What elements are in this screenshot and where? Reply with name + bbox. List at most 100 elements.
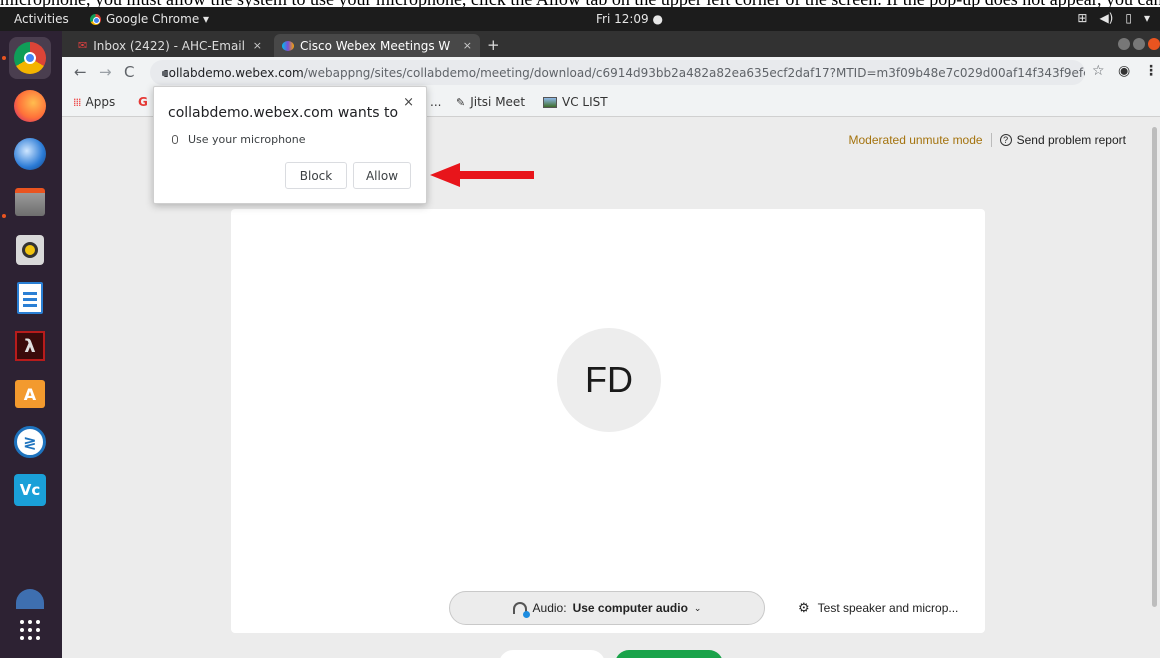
dock-writer[interactable] [9, 277, 51, 319]
new-tab-button[interactable]: + [487, 36, 500, 54]
moderated-unmute-link[interactable]: Moderated unmute mode [849, 133, 983, 147]
acrobat-icon: λ [15, 331, 45, 361]
running-indicator [2, 56, 6, 60]
popup-title: collabdemo.webex.com wants to [168, 105, 399, 121]
meeting-top-links: Moderated unmute mode ? Send problem rep… [849, 133, 1126, 147]
bookmark-label: Jitsi Meet [470, 95, 526, 109]
dock-acrobat[interactable]: λ [9, 325, 51, 367]
app-menu-label: Google Chrome ▾ [106, 12, 210, 26]
dock-help[interactable] [9, 571, 51, 613]
close-window-icon[interactable] [1148, 38, 1160, 50]
url-host: collabdemo.webex.com [162, 65, 304, 80]
profile-icon[interactable]: ◉ [1118, 63, 1130, 79]
forward-icon[interactable]: → [99, 63, 112, 81]
bookmark-truncated[interactable]: ... [430, 95, 441, 109]
audio-value: Use computer audio [572, 601, 688, 615]
window-controls [1118, 38, 1160, 50]
network-icon: ⊞ [1077, 11, 1088, 25]
libreoffice-writer-icon [17, 282, 43, 314]
vnc-viewer-icon: Vc [14, 474, 46, 506]
tab-close-icon[interactable]: × [253, 39, 262, 52]
permission-popup: collabdemo.webex.com wants to × Use your… [153, 86, 427, 204]
tab-close-icon[interactable]: × [463, 39, 472, 52]
tab-inbox[interactable]: ✉ Inbox (2422) - AHC-Email × [70, 34, 270, 57]
apps-grid-icon: ⁞⁞⁞ [73, 95, 81, 109]
maximize-icon[interactable] [1133, 38, 1145, 50]
microphone-icon [172, 135, 178, 144]
app-menu[interactable]: Google Chrome ▾ [90, 12, 209, 26]
tab-strip: ✉ Inbox (2422) - AHC-Email × Cisco Webex… [62, 31, 1160, 57]
dock: λ A ≷ Vc [0, 31, 62, 658]
back-icon[interactable]: ← [74, 63, 87, 81]
send-problem-report-link[interactable]: ? Send problem report [999, 133, 1126, 147]
files-icon [15, 188, 45, 216]
activities-button[interactable]: Activities [14, 12, 69, 26]
permission-label: Use your microphone [188, 133, 306, 146]
browser-toolbar: ← → C collabdemo.webex.com/webappng/site… [62, 57, 1160, 88]
show-applications-icon [20, 620, 40, 640]
dock-vnc[interactable]: Vc [9, 469, 51, 511]
teamviewer-icon: ≷ [14, 426, 46, 458]
jitsi-icon: ✎ [456, 95, 466, 109]
battery-icon: ▯ [1125, 11, 1132, 25]
audio-select[interactable]: Audio: Use computer audio ⌄ [449, 591, 765, 625]
headset-icon [512, 602, 530, 618]
bookmark-label: VC LIST [562, 95, 608, 109]
chevron-down-icon: ⌄ [693, 602, 702, 613]
preview-card: FD Audio: Use computer audio ⌄ ⚙ Test sp… [231, 209, 985, 633]
image-file-icon [543, 96, 557, 108]
webex-favicon-icon [282, 40, 294, 51]
bookmark-jitsi[interactable]: ✎ Jitsi Meet [456, 95, 525, 109]
close-icon[interactable]: × [403, 95, 414, 110]
avatar: FD [557, 328, 661, 432]
google-icon: G [138, 95, 148, 109]
dock-chrome[interactable] [9, 37, 51, 79]
power-menu-icon: ▾ [1143, 11, 1150, 25]
address-bar[interactable]: collabdemo.webex.com/webappng/sites/coll… [150, 60, 1085, 85]
dock-software[interactable]: A [9, 373, 51, 415]
bookmark-google[interactable]: G [138, 95, 148, 109]
help-icon [16, 589, 44, 609]
permission-row: Use your microphone [172, 133, 306, 146]
dock-firefox[interactable] [9, 85, 51, 127]
chrome-icon [14, 42, 46, 74]
block-button[interactable]: Block [285, 162, 347, 189]
tab-webex[interactable]: Cisco Webex Meetings W × [274, 34, 480, 57]
help-circle-icon: ? [999, 134, 1012, 146]
tab-label: Cisco Webex Meetings W [300, 38, 451, 53]
email-favicon-icon: ✉ [78, 39, 88, 52]
bookmark-star-icon[interactable]: ☆ [1092, 63, 1105, 79]
ubuntu-software-icon: A [15, 380, 45, 408]
clock[interactable]: Fri 12:09 ● [596, 12, 663, 26]
allow-button[interactable]: Allow [353, 162, 411, 189]
join-meeting-button[interactable] [615, 650, 723, 658]
dock-thunderbird[interactable] [9, 133, 51, 175]
dock-teamviewer[interactable]: ≷ [9, 421, 51, 463]
bookmark-label: Apps [85, 95, 116, 109]
thunderbird-icon [14, 138, 46, 170]
minimize-icon[interactable] [1118, 38, 1130, 50]
dock-rhythmbox[interactable] [9, 229, 51, 271]
problem-report-label: Send problem report [1016, 133, 1126, 147]
reload-icon[interactable]: C [124, 63, 134, 81]
gnome-top-bar: Activities Google Chrome ▾ Fri 12:09 ● ⊞… [0, 7, 1160, 31]
red-arrow-annotation [430, 163, 534, 187]
bookmark-apps[interactable]: ⁞⁞⁞ Apps [73, 95, 115, 109]
screen: microphone, you must allow the system to… [0, 0, 1160, 658]
test-speaker-button[interactable]: ⚙ Test speaker and microp... [798, 600, 958, 616]
tab-label: Inbox (2422) - AHC-Email [93, 38, 245, 53]
chrome-menu-icon[interactable]: ⋮ [1144, 63, 1158, 79]
volume-icon: ◀) [1099, 11, 1114, 25]
page-scrollbar[interactable] [1152, 127, 1157, 607]
firefox-icon [14, 90, 46, 122]
bookmark-label: ... [430, 95, 442, 109]
show-applications-button[interactable] [9, 609, 51, 651]
secondary-action-button[interactable] [499, 650, 605, 658]
audio-label: Audio: [532, 601, 567, 615]
bookmark-vc-list[interactable]: VC LIST [543, 95, 608, 109]
running-indicator [2, 214, 6, 218]
test-speaker-label: Test speaker and microp... [817, 601, 959, 615]
dock-files[interactable] [9, 181, 51, 223]
separator [990, 133, 992, 147]
system-tray[interactable]: ⊞ ◀) ▯ ▾ [1077, 11, 1150, 25]
